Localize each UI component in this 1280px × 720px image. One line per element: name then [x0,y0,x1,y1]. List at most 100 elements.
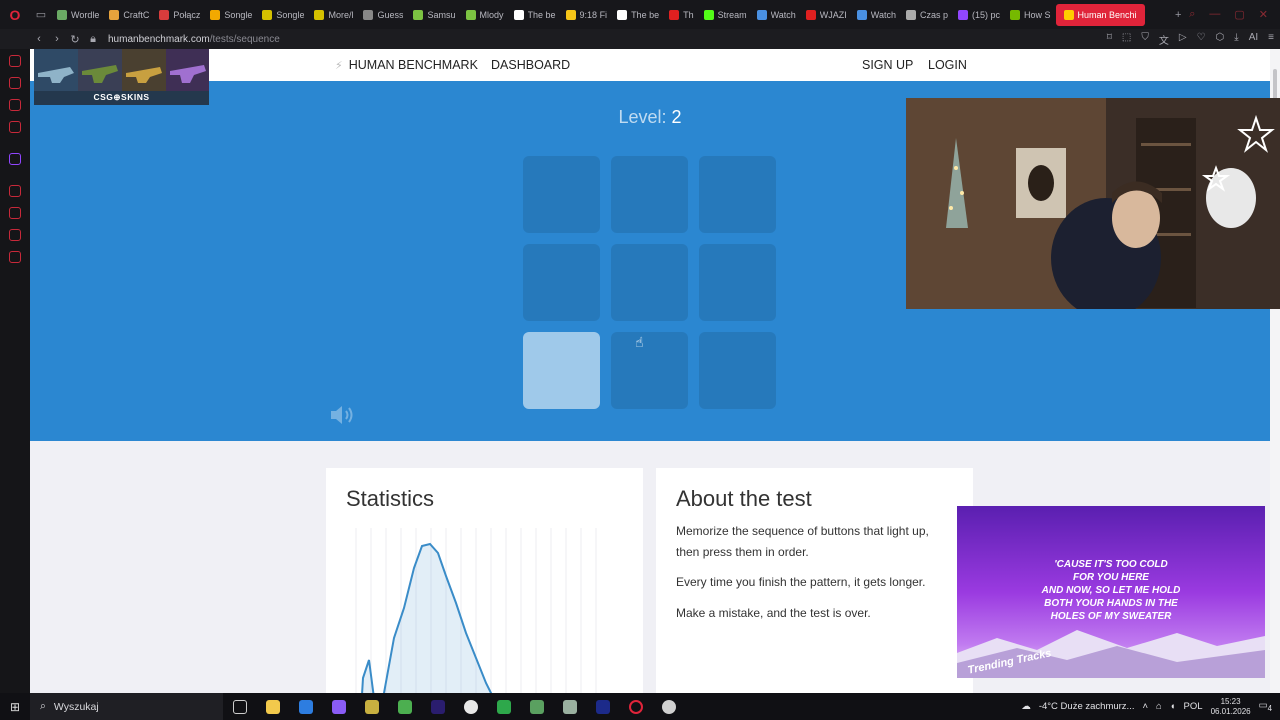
close-icon[interactable]: ✕ [1259,8,1268,21]
file-explorer-icon[interactable] [256,693,289,720]
bookmark-icon[interactable]: ⌑ [1107,32,1112,47]
grid-square[interactable] [611,244,688,321]
grid-square[interactable] [699,244,776,321]
grid-square[interactable] [523,156,600,233]
snapshot-icon[interactable]: ⬚ [1122,32,1131,47]
sidebar-aria-icon[interactable] [9,55,21,67]
browser-tab[interactable]: More/l [309,4,358,26]
search-tabs-icon[interactable]: ⌕ [1189,8,1195,21]
tab-label: 9:18 Fi [579,9,608,20]
app-spreadsheet-icon[interactable] [388,693,421,720]
new-tab-button[interactable]: + [1167,0,1189,29]
clock[interactable]: 15:23 06.01.2026 [1211,697,1251,717]
translate-icon[interactable]: 文 [1159,32,1169,47]
app-record-icon[interactable] [652,693,685,720]
grid-square[interactable] [699,156,776,233]
sound-icon[interactable] [328,403,358,427]
login-link[interactable]: LOGIN [928,58,967,72]
sign-up-link[interactable]: SIGN UP [862,58,913,72]
opera-taskbar-icon[interactable] [619,693,652,720]
tab-favicon-icon [565,9,576,20]
volume-icon[interactable]: ◖ [1170,701,1176,712]
sidebar-extensions-icon[interactable] [9,229,21,241]
browser-tab[interactable]: Samsu [408,4,460,26]
browser-tab[interactable]: The be [612,4,664,26]
steam-icon[interactable] [454,693,487,720]
browser-tab[interactable]: Watch [752,4,801,26]
browser-tab-bar: O ▭ Wordle CraftC Połącz Songle Songle More/l… [0,0,1280,29]
tab-favicon-icon [957,9,968,20]
sidebar-twitch-icon[interactable] [9,153,21,165]
language-indicator[interactable]: POL [1184,701,1203,712]
browser-tab[interactable]: The be [509,4,561,26]
url-field[interactable]: humanbenchmark.com/tests/sequence [108,34,280,45]
back-icon[interactable]: ‹ [30,29,48,49]
brand-link[interactable]: ⚡︎ HUMAN BENCHMARK [335,58,478,72]
browser-tab[interactable]: How S [1005,4,1056,26]
ai-icon[interactable]: AI [1249,32,1258,47]
app-gray-icon[interactable] [553,693,586,720]
browser-tab[interactable]: CraftC [104,4,154,26]
task-view-icon[interactable] [223,693,256,720]
play-icon[interactable]: ▷ [1179,32,1187,47]
browser-tab[interactable]: Czas p [901,4,953,26]
browser-tab[interactable]: Mlody [461,4,509,26]
browser-tab[interactable]: Human Benchi [1055,3,1145,26]
browser-tab[interactable]: 9:18 Fi [561,4,613,26]
weather-text[interactable]: -4°C Duże zachmurz... [1039,701,1135,712]
grid-square[interactable] [699,332,776,409]
sidebar-history-icon[interactable] [9,207,21,219]
browser-tab[interactable]: Th [664,4,699,26]
cloud-icon: ☁︎ [1021,701,1031,712]
chevron-up-icon[interactable]: ˄ [1142,701,1148,712]
app-m-icon[interactable] [289,693,322,720]
premiere-pro-icon[interactable] [421,693,454,720]
shield-icon[interactable]: ⛉ [1141,32,1149,47]
tab-menu-icon[interactable]: ▭ [30,0,52,29]
sidebar-news-icon[interactable] [9,121,21,133]
sidebar-settings-icon[interactable] [9,251,21,263]
browser-tab[interactable]: Guess [358,4,408,26]
notifications-icon[interactable]: ▭4 [1259,700,1272,713]
tab-favicon-icon [465,9,476,20]
app-glasses-icon[interactable] [355,693,388,720]
taskbar-search[interactable]: ⌕ Wyszukaj [30,693,223,720]
grid-square[interactable] [523,244,600,321]
browser-tab[interactable]: WJAZI [801,4,852,26]
browser-tab[interactable]: Songle [205,4,257,26]
music-overlay: 'CAUSE IT'S TOO COLD FOR YOU HERE AND NOW,… [957,506,1265,678]
reload-icon[interactable]: ↻ [66,29,84,49]
windows-start-icon[interactable]: ⊞ [0,693,30,720]
minimize-icon[interactable]: — [1209,8,1220,21]
sidebar-whatsapp-icon[interactable] [9,99,21,111]
dashboard-link[interactable]: DASHBOARD [491,58,570,72]
download-icon[interactable]: ⤓ [1234,32,1238,47]
heart-icon[interactable]: ♡ [1197,32,1206,47]
grid-square[interactable] [611,332,688,409]
menu-icon[interactable]: ≡ [1268,32,1274,47]
browser-tab[interactable]: Songle [257,4,309,26]
grid-square[interactable] [611,156,688,233]
browser-tab[interactable]: Połącz [154,4,205,26]
maximize-icon[interactable]: ▢ [1234,8,1244,21]
grid-square-lit[interactable] [523,332,600,409]
sidebar-messenger-icon[interactable] [9,77,21,89]
app-layers-icon[interactable] [520,693,553,720]
network-icon[interactable]: ⌂ [1156,701,1162,712]
forward-icon[interactable]: › [48,29,66,49]
opera-logo-icon[interactable]: O [0,0,30,29]
app-crystal-icon[interactable] [322,693,355,720]
extensions-icon[interactable]: ⬡ [1216,32,1225,47]
browser-tab[interactable]: Watch [852,4,901,26]
clock-date: 06.01.2026 [1210,706,1251,716]
tab-label: The be [527,9,556,20]
browser-tab[interactable]: Stream [699,4,752,26]
statistics-chart [355,528,597,693]
browser-tab[interactable]: (15) pc [953,4,1005,26]
tab-label: Stream [717,9,747,20]
app-green-icon[interactable] [487,693,520,720]
sequence-grid [523,156,777,410]
audition-icon[interactable] [586,693,619,720]
sidebar-player-icon[interactable] [9,185,21,197]
browser-tab[interactable]: Wordle [52,4,104,26]
